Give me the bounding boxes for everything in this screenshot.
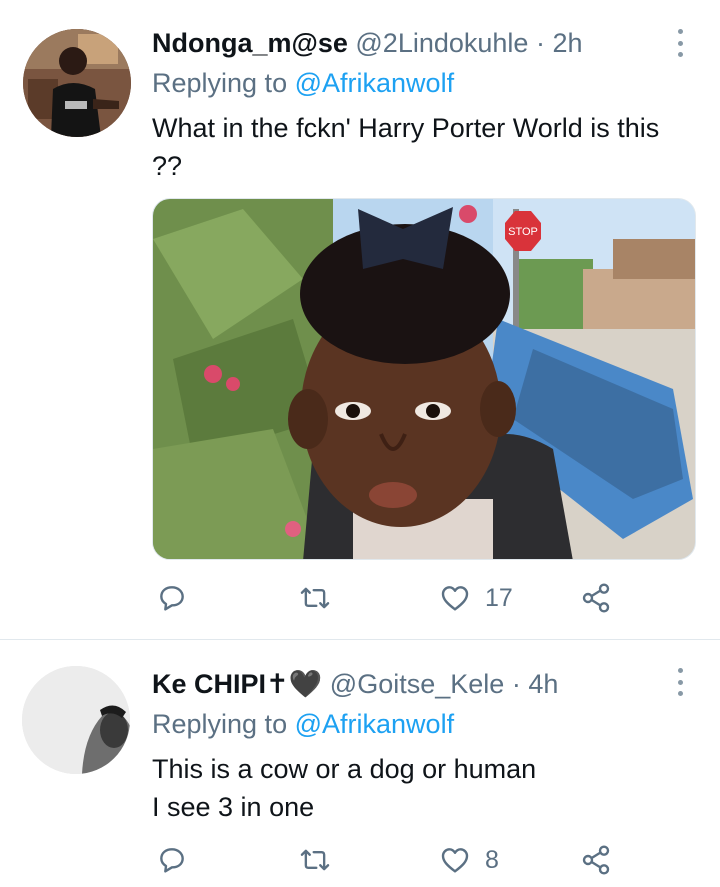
share-button[interactable] (580, 582, 612, 614)
share-button[interactable] (580, 844, 612, 876)
timestamp[interactable]: 4h (528, 669, 558, 699)
separator: · (535, 28, 545, 58)
mention-link[interactable]: @Afrikanwolf (295, 68, 454, 98)
reply-icon (160, 848, 184, 873)
replying-to: Replying to @Afrikanwolf (152, 708, 454, 740)
tweet[interactable]: Ke CHIPI✝🖤 @Goitse_Kele · 4h Replying to… (0, 640, 720, 887)
user-handle[interactable]: @Goitse_Kele (330, 669, 505, 699)
retweet-icon (300, 849, 330, 871)
replying-prefix: Replying to (152, 709, 288, 739)
display-name[interactable]: Ndonga_m@se (152, 28, 348, 58)
user-handle[interactable]: @2Lindokuhle (355, 28, 528, 58)
separator: · (511, 669, 521, 699)
replying-to: Replying to @Afrikanwolf (152, 67, 454, 99)
like-button[interactable]: 17 (439, 582, 513, 614)
mention-link[interactable]: @Afrikanwolf (295, 709, 454, 739)
reply-icon (160, 586, 184, 611)
reply-button[interactable] (156, 844, 202, 876)
like-count: 17 (485, 583, 513, 612)
retweet-button[interactable] (298, 844, 346, 876)
tweet-text-line: I see 3 in one (152, 792, 315, 822)
retweet-icon (300, 587, 330, 609)
reply-button[interactable] (156, 582, 202, 614)
tweet[interactable]: Ndonga_m@se @2Lindokuhle · 2h Replying t… (0, 0, 720, 640)
like-icon (441, 586, 469, 611)
tweet-header: Ndonga_m@se @2Lindokuhle · 2h (152, 27, 583, 59)
replying-prefix: Replying to (152, 68, 288, 98)
retweet-button[interactable] (298, 582, 346, 614)
share-icon (582, 583, 610, 613)
display-name[interactable]: Ke CHIPI✝🖤 (152, 669, 322, 699)
stop-sign-text: STOP (508, 226, 538, 238)
tweet-text: What in the fckn' Harry Porter World is … (152, 113, 660, 181)
like-count: 8 (485, 845, 499, 874)
tweet-header: Ke CHIPI✝🖤 @Goitse_Kele · 4h (152, 668, 558, 700)
avatar[interactable] (23, 29, 131, 137)
tweet-text-line: This is a cow or a dog or human (152, 754, 537, 784)
tweet-photo[interactable]: STOP (152, 198, 696, 560)
tweet-actions: 8 (0, 844, 720, 884)
timestamp[interactable]: 2h (552, 28, 582, 58)
like-icon (441, 848, 469, 873)
more-icon[interactable] (670, 25, 690, 61)
avatar[interactable] (22, 666, 130, 774)
more-icon[interactable] (670, 664, 690, 700)
like-button[interactable]: 8 (439, 844, 499, 876)
photo-child-with-backpack: STOP (153, 199, 695, 559)
tweet-actions: 17 (0, 582, 720, 622)
share-icon (582, 845, 610, 875)
tweet-text: This is a cow or a dog or human I see 3 … (152, 750, 692, 826)
